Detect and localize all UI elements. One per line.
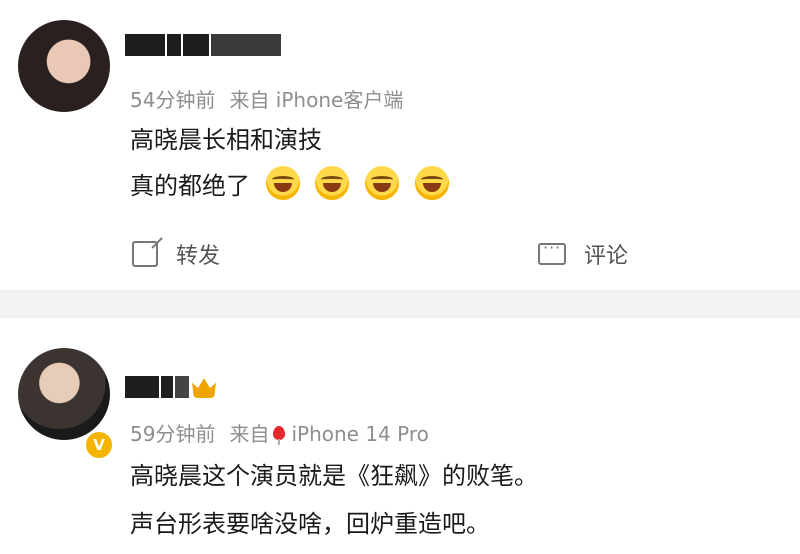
- laugh-emoji-icon: [315, 166, 350, 200]
- post-source: 来自 iPhone客户端: [229, 88, 404, 112]
- post-time: 54分钟前: [130, 88, 216, 112]
- repost-icon: [132, 241, 158, 267]
- username-redacted[interactable]: [125, 34, 283, 58]
- post-time: 59分钟前: [130, 422, 216, 446]
- avatar[interactable]: [18, 20, 110, 112]
- laugh-emoji-icon: [265, 166, 300, 200]
- weibo-feed: 54分钟前来自 iPhone客户端 高晓晨长相和演技 真的都绝了 转发 评论: [0, 0, 800, 554]
- repost-label: 转发: [176, 244, 221, 269]
- post-card: V 59分钟前 来自 iPhone 14 Pro 高晓晨这个演员就是《狂飙》的败笔。…: [0, 318, 800, 554]
- post-actions: 转发 评论: [0, 236, 800, 272]
- emoji-row: [265, 166, 457, 206]
- username-redacted[interactable]: [125, 376, 191, 400]
- comment-label: 评论: [584, 244, 629, 269]
- avatar[interactable]: [18, 348, 110, 440]
- post-card: 54分钟前来自 iPhone客户端 高晓晨长相和演技 真的都绝了 转发 评论: [0, 0, 800, 290]
- post-text-line: 高晓晨这个演员就是《狂飙》的败笔。: [130, 462, 538, 490]
- location-pin-icon: [273, 426, 286, 445]
- post-source-prefix: 来自: [229, 422, 270, 446]
- laugh-emoji-icon: [414, 166, 449, 200]
- post-meta: 59分钟前 来自 iPhone 14 Pro: [130, 418, 429, 447]
- post-separator: [0, 290, 800, 318]
- post-text: 真的都绝了: [130, 172, 250, 200]
- post-text-line: 声台形表要啥没啥，回炉重造吧。: [130, 510, 490, 538]
- post-meta: 54分钟前 来自 iPhone客户端: [130, 84, 403, 113]
- post-source: iPhone 14 Pro: [291, 422, 429, 446]
- comment-icon: [538, 238, 566, 265]
- verified-badge-icon: V: [84, 430, 114, 460]
- comment-button[interactable]: 评论: [538, 236, 628, 272]
- repost-button[interactable]: 转发: [132, 236, 220, 272]
- vip-crown-icon: [192, 378, 216, 398]
- post-text-line: 高晓晨长相和演技: [130, 126, 322, 154]
- laugh-emoji-icon: [364, 166, 399, 200]
- post-text-line: 真的都绝了: [130, 166, 457, 206]
